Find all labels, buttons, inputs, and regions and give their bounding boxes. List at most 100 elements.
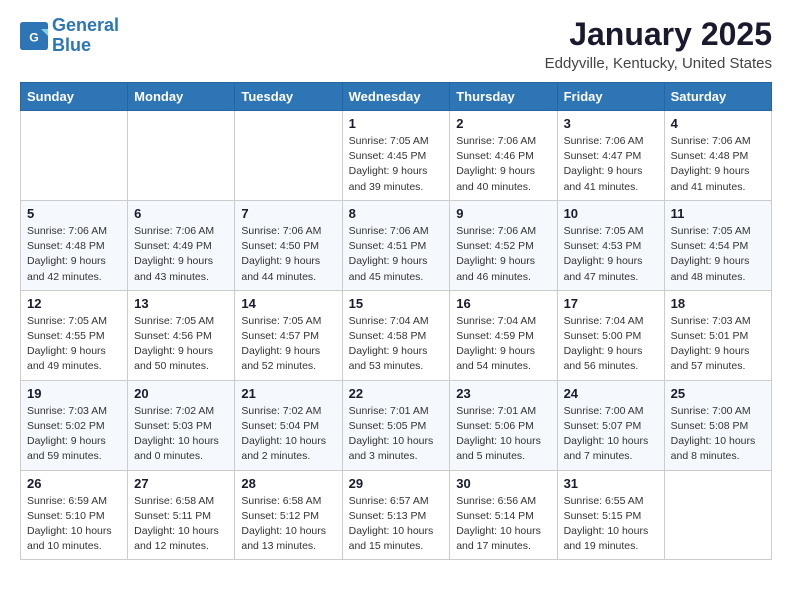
day-number: 30	[456, 476, 550, 491]
header-sunday: Sunday	[21, 83, 128, 111]
day-number: 13	[134, 296, 228, 311]
week-row-2: 12 Sunrise: 7:05 AM Sunset: 4:55 PM Dayli…	[21, 290, 772, 380]
header-monday: Monday	[128, 83, 235, 111]
calendar-cell: 21 Sunrise: 7:02 AM Sunset: 5:04 PM Dayli…	[235, 380, 342, 470]
calendar-cell: 29Sunrise: 6:57 AM Sunset: 5:13 PM Dayli…	[342, 470, 450, 560]
day-number: 1	[349, 116, 444, 131]
logo-text: General Blue	[52, 16, 119, 56]
day-info: Sunrise: 7:03 AM Sunset: 5:02 PM Dayligh…	[27, 404, 121, 465]
logo-line1: General	[52, 15, 119, 35]
calendar-cell	[21, 111, 128, 201]
day-number: 24	[564, 386, 658, 401]
day-number: 26	[27, 476, 121, 491]
calendar-cell: 30 Sunrise: 6:56 AM Sunset: 5:14 PM Dayli…	[450, 470, 557, 560]
day-info: Sunrise: 7:06 AM Sunset: 4:52 PM Dayligh…	[456, 224, 550, 285]
calendar-cell: 25Sunrise: 7:00 AM Sunset: 5:08 PM Dayli…	[664, 380, 771, 470]
calendar-cell: 11 Sunrise: 7:05 AM Sunset: 4:54 PM Dayli…	[664, 200, 771, 290]
calendar-cell: 24 Sunrise: 7:00 AM Sunset: 5:07 PM Dayli…	[557, 380, 664, 470]
logo: G General Blue	[20, 16, 119, 56]
week-row-4: 26 Sunrise: 6:59 AM Sunset: 5:10 PM Dayli…	[21, 470, 772, 560]
calendar-cell: 1 Sunrise: 7:05 AM Sunset: 4:45 PM Daylig…	[342, 111, 450, 201]
calendar-cell: 20Sunrise: 7:02 AM Sunset: 5:03 PM Dayli…	[128, 380, 235, 470]
day-number: 11	[671, 206, 765, 221]
day-number: 19	[27, 386, 121, 401]
day-number: 14	[241, 296, 335, 311]
day-info: Sunrise: 7:06 AM Sunset: 4:46 PM Dayligh…	[456, 134, 550, 195]
calendar-cell: 7 Sunrise: 7:06 AM Sunset: 4:50 PM Daylig…	[235, 200, 342, 290]
svg-text:G: G	[29, 30, 39, 44]
calendar-cell: 14 Sunrise: 7:05 AM Sunset: 4:57 PM Dayli…	[235, 290, 342, 380]
header-thursday: Thursday	[450, 83, 557, 111]
calendar-cell: 28 Sunrise: 6:58 AM Sunset: 5:12 PM Dayli…	[235, 470, 342, 560]
day-info: Sunrise: 7:05 AM Sunset: 4:57 PM Dayligh…	[241, 314, 335, 375]
day-info: Sunrise: 7:01 AM Sunset: 5:05 PM Dayligh…	[349, 404, 444, 465]
day-info: Sunrise: 7:02 AM Sunset: 5:04 PM Dayligh…	[241, 404, 335, 465]
day-number: 6	[134, 206, 228, 221]
calendar: SundayMondayTuesdayWednesdayThursdayFrid…	[20, 82, 772, 560]
calendar-cell: 23Sunrise: 7:01 AM Sunset: 5:06 PM Dayli…	[450, 380, 557, 470]
calendar-cell: 26 Sunrise: 6:59 AM Sunset: 5:10 PM Dayli…	[21, 470, 128, 560]
day-number: 3	[564, 116, 658, 131]
calendar-cell	[664, 470, 771, 560]
week-row-3: 19 Sunrise: 7:03 AM Sunset: 5:02 PM Dayli…	[21, 380, 772, 470]
week-row-0: 1 Sunrise: 7:05 AM Sunset: 4:45 PM Daylig…	[21, 111, 772, 201]
day-number: 21	[241, 386, 335, 401]
calendar-cell: 18 Sunrise: 7:03 AM Sunset: 5:01 PM Dayli…	[664, 290, 771, 380]
day-info: Sunrise: 7:06 AM Sunset: 4:50 PM Dayligh…	[241, 224, 335, 285]
calendar-cell: 19 Sunrise: 7:03 AM Sunset: 5:02 PM Dayli…	[21, 380, 128, 470]
calendar-cell: 31Sunrise: 6:55 AM Sunset: 5:15 PM Dayli…	[557, 470, 664, 560]
header: G General Blue January 2025 Eddyville, K…	[20, 16, 772, 72]
day-number: 7	[241, 206, 335, 221]
day-info: Sunrise: 7:00 AM Sunset: 5:07 PM Dayligh…	[564, 404, 658, 465]
day-info: Sunrise: 6:55 AM Sunset: 5:15 PM Dayligh…	[564, 494, 658, 555]
calendar-cell: 4 Sunrise: 7:06 AM Sunset: 4:48 PM Daylig…	[664, 111, 771, 201]
day-info: Sunrise: 6:58 AM Sunset: 5:11 PM Dayligh…	[134, 494, 228, 555]
day-number: 9	[456, 206, 550, 221]
week-row-1: 5Sunrise: 7:06 AM Sunset: 4:48 PM Daylig…	[21, 200, 772, 290]
day-info: Sunrise: 7:04 AM Sunset: 4:58 PM Dayligh…	[349, 314, 444, 375]
day-info: Sunrise: 7:05 AM Sunset: 4:54 PM Dayligh…	[671, 224, 765, 285]
calendar-cell: 27Sunrise: 6:58 AM Sunset: 5:11 PM Dayli…	[128, 470, 235, 560]
day-info: Sunrise: 7:03 AM Sunset: 5:01 PM Dayligh…	[671, 314, 765, 375]
day-number: 28	[241, 476, 335, 491]
calendar-cell: 15 Sunrise: 7:04 AM Sunset: 4:58 PM Dayli…	[342, 290, 450, 380]
header-tuesday: Tuesday	[235, 83, 342, 111]
calendar-cell: 22Sunrise: 7:01 AM Sunset: 5:05 PM Dayli…	[342, 380, 450, 470]
day-info: Sunrise: 7:04 AM Sunset: 5:00 PM Dayligh…	[564, 314, 658, 375]
day-number: 18	[671, 296, 765, 311]
day-number: 16	[456, 296, 550, 311]
day-number: 4	[671, 116, 765, 131]
day-info: Sunrise: 7:06 AM Sunset: 4:48 PM Dayligh…	[671, 134, 765, 195]
day-info: Sunrise: 7:01 AM Sunset: 5:06 PM Dayligh…	[456, 404, 550, 465]
calendar-cell: 17Sunrise: 7:04 AM Sunset: 5:00 PM Dayli…	[557, 290, 664, 380]
calendar-cell: 9 Sunrise: 7:06 AM Sunset: 4:52 PM Daylig…	[450, 200, 557, 290]
day-info: Sunrise: 6:58 AM Sunset: 5:12 PM Dayligh…	[241, 494, 335, 555]
header-friday: Friday	[557, 83, 664, 111]
day-number: 2	[456, 116, 550, 131]
day-info: Sunrise: 7:05 AM Sunset: 4:55 PM Dayligh…	[27, 314, 121, 375]
calendar-cell	[128, 111, 235, 201]
calendar-cell: 16 Sunrise: 7:04 AM Sunset: 4:59 PM Dayli…	[450, 290, 557, 380]
day-number: 8	[349, 206, 444, 221]
header-wednesday: Wednesday	[342, 83, 450, 111]
day-number: 15	[349, 296, 444, 311]
logo-line2: Blue	[52, 35, 91, 55]
day-info: Sunrise: 7:06 AM Sunset: 4:49 PM Dayligh…	[134, 224, 228, 285]
calendar-cell	[235, 111, 342, 201]
day-info: Sunrise: 6:59 AM Sunset: 5:10 PM Dayligh…	[27, 494, 121, 555]
day-info: Sunrise: 7:05 AM Sunset: 4:45 PM Dayligh…	[349, 134, 444, 195]
calendar-cell: 10Sunrise: 7:05 AM Sunset: 4:53 PM Dayli…	[557, 200, 664, 290]
day-info: Sunrise: 7:06 AM Sunset: 4:48 PM Dayligh…	[27, 224, 121, 285]
calendar-cell: 12 Sunrise: 7:05 AM Sunset: 4:55 PM Dayli…	[21, 290, 128, 380]
calendar-cell: 13Sunrise: 7:05 AM Sunset: 4:56 PM Dayli…	[128, 290, 235, 380]
calendar-cell: 6 Sunrise: 7:06 AM Sunset: 4:49 PM Daylig…	[128, 200, 235, 290]
day-info: Sunrise: 7:00 AM Sunset: 5:08 PM Dayligh…	[671, 404, 765, 465]
calendar-cell: 3Sunrise: 7:06 AM Sunset: 4:47 PM Daylig…	[557, 111, 664, 201]
day-info: Sunrise: 7:04 AM Sunset: 4:59 PM Dayligh…	[456, 314, 550, 375]
header-saturday: Saturday	[664, 83, 771, 111]
calendar-cell: 2 Sunrise: 7:06 AM Sunset: 4:46 PM Daylig…	[450, 111, 557, 201]
day-number: 12	[27, 296, 121, 311]
day-info: Sunrise: 6:56 AM Sunset: 5:14 PM Dayligh…	[456, 494, 550, 555]
day-info: Sunrise: 6:57 AM Sunset: 5:13 PM Dayligh…	[349, 494, 444, 555]
location-title: Eddyville, Kentucky, United States	[545, 55, 772, 72]
